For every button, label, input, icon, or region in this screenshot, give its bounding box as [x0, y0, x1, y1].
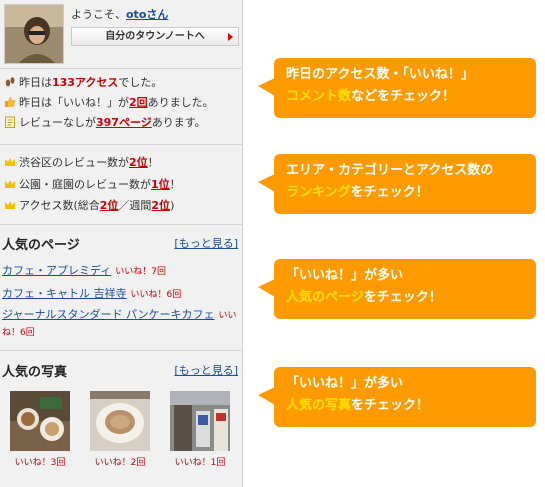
- divider: [0, 350, 242, 351]
- popular-photo-thumb[interactable]: [90, 391, 150, 451]
- stat-no-review: レビューなしが397ページあります。: [4, 115, 206, 131]
- rank-category: 公園・庭園のレビュー数が1位！: [4, 177, 181, 193]
- rank-access-weekly-value[interactable]: 2位: [151, 199, 170, 212]
- divider: [0, 224, 242, 225]
- popular-photos-more-link[interactable]: [もっと見る]: [174, 362, 238, 378]
- user-name-link[interactable]: otoさん: [126, 8, 168, 21]
- my-townnote-button[interactable]: 自分のタウンノートへ: [71, 27, 239, 46]
- popular-page-link[interactable]: カフェ・キャトル 吉祥寺: [2, 287, 127, 300]
- photo-like-count: いいね！2回: [94, 458, 146, 468]
- popular-page-item: カフェ・アプレミディ いいね！7回: [2, 262, 166, 278]
- photo-image: [10, 391, 70, 451]
- callout-popular-photos: 「いいね！」が多い 人気の写真をチェック！: [258, 367, 536, 427]
- callout-pointer: [258, 387, 275, 405]
- user-box: ようこそ、otoさん 自分のタウンノートへ: [0, 0, 242, 68]
- thumbs-up-icon: [5, 97, 16, 107]
- photo-like-count: いいね！3回: [14, 458, 66, 468]
- memo-icon: [5, 116, 15, 128]
- popular-pages-title: 人気のページ: [2, 238, 80, 253]
- callout-pointer: [258, 174, 275, 192]
- popular-photos-title: 人気の写真: [2, 365, 68, 380]
- crown-icon: [5, 180, 15, 188]
- callout-popular-pages: 「いいね！」が多い 人気のページをチェック！: [258, 259, 536, 319]
- avatar-image: [5, 5, 63, 63]
- popular-page-link[interactable]: ジャーナルスタンダード パンケーキカフェ: [2, 308, 215, 321]
- divider: [0, 144, 242, 145]
- avatar[interactable]: [4, 4, 64, 64]
- stat-likes: 昨日は「いいね！」が2回ありました。: [4, 95, 214, 111]
- my-townnote-label: 自分のタウンノートへ: [105, 31, 205, 42]
- like-count: いいね！7回: [115, 267, 166, 277]
- popular-pages-more-link[interactable]: [もっと見る]: [174, 235, 238, 251]
- rank-area-value[interactable]: 2位: [129, 156, 148, 169]
- callout-access: 昨日のアクセス数・「いいね！」 コメント数などをチェック！: [258, 58, 536, 118]
- stat-access: 昨日は133アクセスでした。: [4, 75, 162, 91]
- callout-pointer: [258, 279, 275, 297]
- crown-icon: [5, 158, 15, 166]
- stat-no-review-value[interactable]: 397ページ: [96, 116, 152, 129]
- greeting-prefix: ようこそ、: [71, 8, 126, 21]
- rank-access: アクセス数(総合2位／週間2位): [4, 198, 174, 214]
- popular-photo-thumb[interactable]: [170, 391, 230, 451]
- photo-image: [170, 391, 230, 451]
- crown-icon: [5, 201, 15, 209]
- callout-ranking: エリア・カテゴリーとアクセス数の ランキングをチェック！: [258, 154, 536, 214]
- footprint-icon: [5, 77, 15, 87]
- popular-page-link[interactable]: カフェ・アプレミディ: [2, 264, 111, 277]
- popular-page-item: カフェ・キャトル 吉祥寺 いいね！6回: [2, 285, 181, 301]
- sidebar: ようこそ、otoさん 自分のタウンノートへ 昨日は133アクセスでした。 昨日は…: [0, 0, 243, 487]
- popular-page-item: ジャーナルスタンダード パンケーキカフェ いいね！6回: [2, 307, 240, 341]
- rank-access-total-value[interactable]: 2位: [100, 199, 119, 212]
- divider: [0, 68, 242, 69]
- popular-photo-thumb[interactable]: [10, 391, 70, 451]
- rank-category-value[interactable]: 1位: [151, 178, 170, 191]
- callout-pointer: [258, 78, 275, 96]
- greeting: ようこそ、otoさん: [71, 6, 168, 22]
- stat-access-value: 133アクセス: [52, 76, 119, 89]
- rank-area: 渋谷区のレビュー数が2位！: [4, 155, 159, 171]
- stat-likes-value[interactable]: 2回: [129, 96, 148, 109]
- photo-like-count: いいね！1回: [174, 458, 226, 468]
- arrow-right-icon: [228, 33, 233, 41]
- like-count: いいね！6回: [130, 290, 182, 300]
- photo-image: [90, 391, 150, 451]
